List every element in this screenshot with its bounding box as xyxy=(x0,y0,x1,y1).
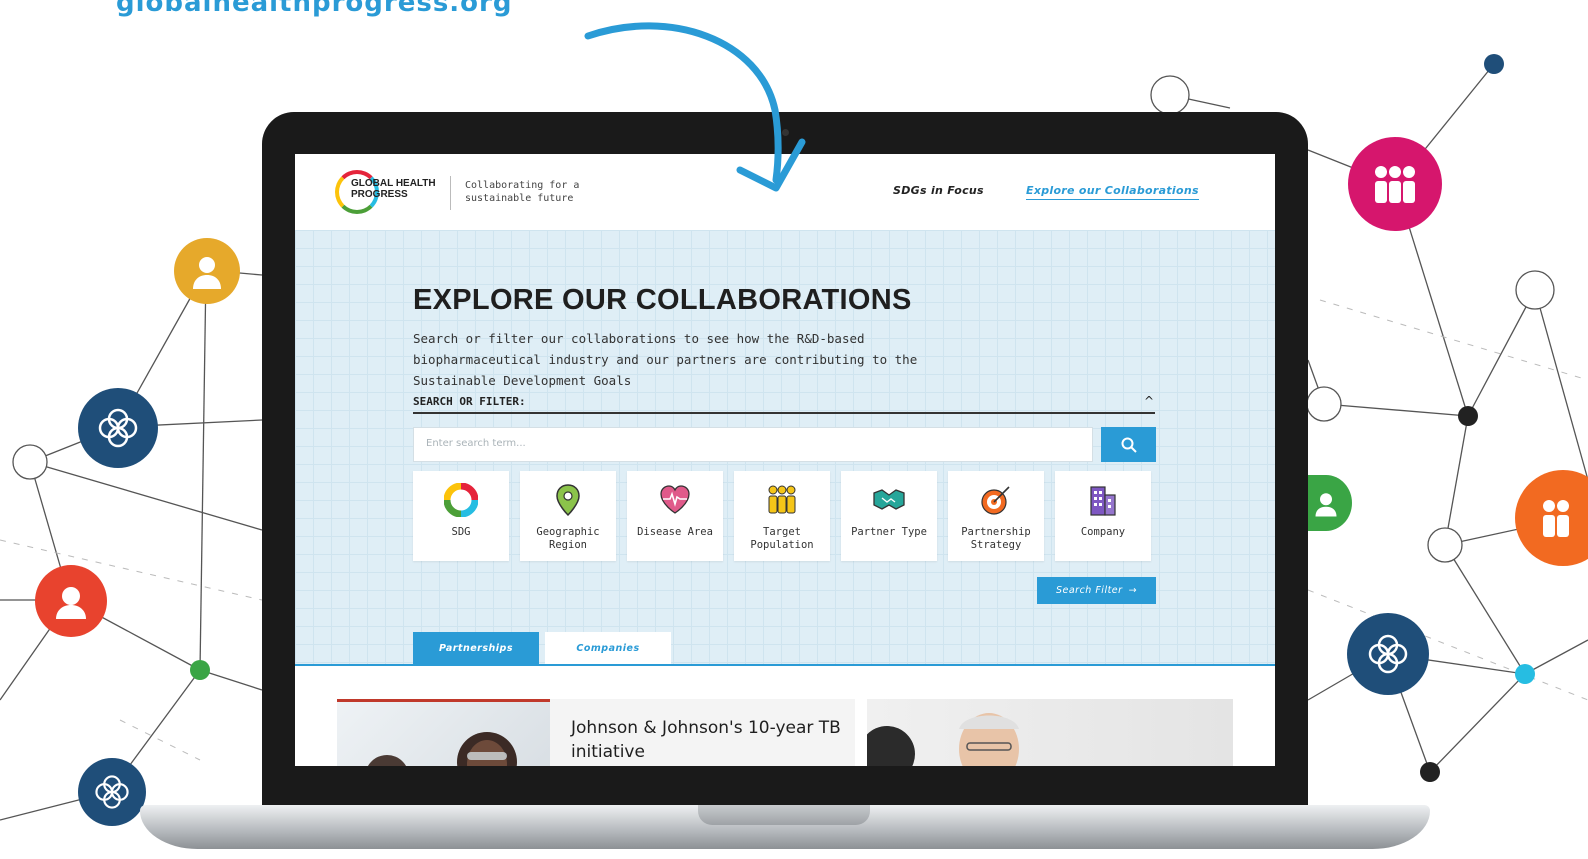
arrow-graphic xyxy=(584,22,806,192)
